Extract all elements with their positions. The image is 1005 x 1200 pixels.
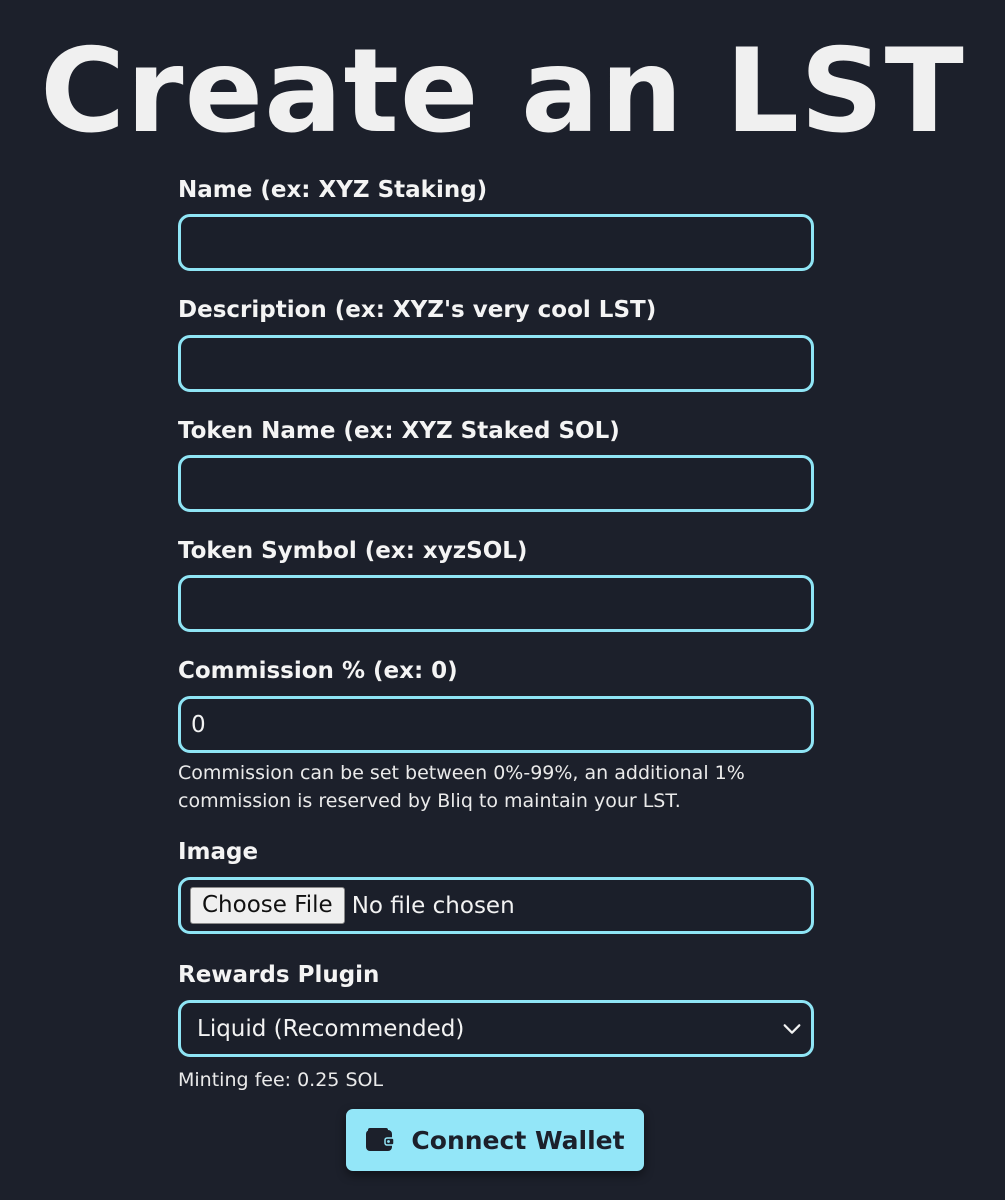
token-name-field-box[interactable] — [178, 455, 814, 512]
image-label: Image — [178, 839, 259, 865]
page-title: Create an LST — [40, 24, 965, 159]
wallet-icon — [366, 1128, 396, 1151]
rewards-plugin-selected-value: Liquid (Recommended) — [197, 1015, 465, 1042]
token-symbol-label: Token Symbol (ex: xyzSOL) — [178, 538, 528, 564]
token-symbol-input[interactable] — [181, 578, 811, 629]
file-status: No file chosen — [351, 892, 515, 919]
token-name-input[interactable] — [181, 458, 811, 509]
token-name-label: Token Name (ex: XYZ Staked SOL) — [178, 418, 620, 444]
choose-file-button[interactable]: Choose File — [190, 887, 345, 924]
commission-field-box[interactable] — [178, 696, 814, 753]
description-field-box[interactable] — [178, 335, 814, 392]
description-label: Description (ex: XYZ's very cool LST) — [178, 297, 657, 323]
minting-fee: Minting fee: 0.25 SOL — [178, 1069, 384, 1091]
commission-input[interactable] — [181, 699, 811, 750]
connect-wallet-label: Connect Wallet — [411, 1125, 625, 1155]
commission-hint: Commission can be set between 0%-99%, an… — [178, 762, 745, 812]
image-file-picker[interactable]: Choose File No file chosen — [178, 877, 814, 934]
rewards-plugin-select[interactable]: Liquid (Recommended) — [178, 1000, 814, 1057]
name-field-box[interactable] — [178, 214, 814, 271]
description-input[interactable] — [181, 338, 811, 389]
name-input[interactable] — [181, 217, 811, 268]
rewards-plugin-label: Rewards Plugin — [178, 962, 380, 988]
token-symbol-field-box[interactable] — [178, 575, 814, 632]
name-label: Name (ex: XYZ Staking) — [178, 177, 488, 203]
connect-wallet-button[interactable]: Connect Wallet — [346, 1109, 644, 1171]
chevron-down-icon — [783, 1023, 801, 1034]
commission-label: Commission % (ex: 0) — [178, 658, 458, 684]
